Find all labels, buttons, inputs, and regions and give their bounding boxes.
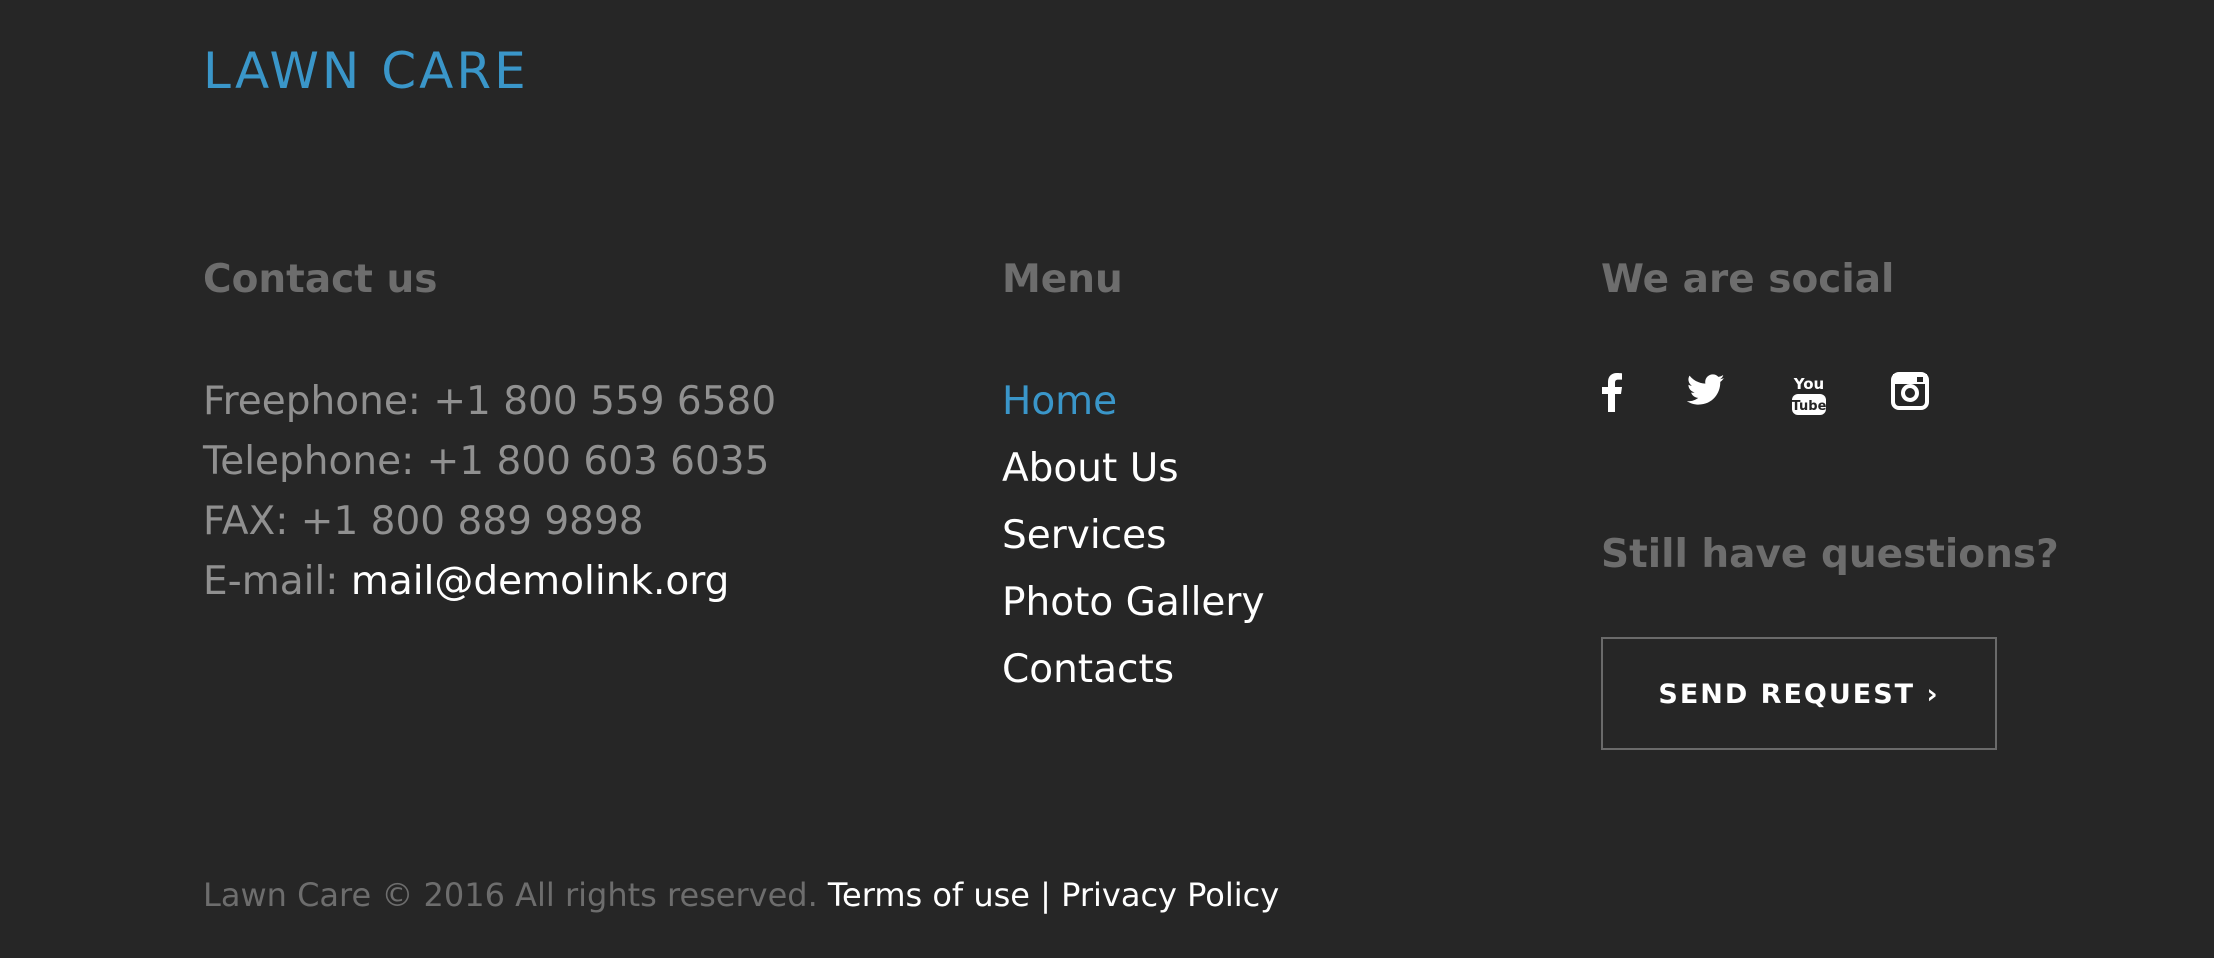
telephone-line: Telephone: +1 800 603 6035 [203, 432, 776, 492]
site-logo[interactable]: LAWN CARE [203, 38, 529, 104]
footer-page: LAWN CARE Contact us Freephone: +1 800 5… [0, 0, 2214, 958]
copyright-bar: Lawn Care © 2016 All rights reserved. Te… [203, 872, 1279, 918]
menu-item-photo-gallery: Photo Gallery [1002, 573, 1265, 640]
menu-link-about-us[interactable]: About Us [1002, 446, 1179, 491]
instagram-icon[interactable] [1891, 372, 1929, 416]
telephone-label: Telephone: [203, 439, 415, 484]
fax-label: FAX: [203, 499, 289, 544]
menu-item-home: Home [1002, 372, 1265, 439]
email-line: E-mail: mail@demolink.org [203, 552, 776, 612]
send-request-button[interactable]: SEND REQUEST › [1601, 637, 1997, 750]
svg-text:You: You [1793, 375, 1824, 393]
footer-separator: | [1040, 876, 1051, 914]
contact-list: Freephone: +1 800 559 6580 Telephone: +1… [203, 372, 776, 612]
fax-value: +1 800 889 9898 [300, 499, 644, 544]
svg-text:Tube: Tube [1792, 399, 1827, 414]
freephone-line: Freephone: +1 800 559 6580 [203, 372, 776, 432]
menu-item-services: Services [1002, 506, 1265, 573]
privacy-policy-link[interactable]: Privacy Policy [1061, 876, 1279, 914]
email-label: E-mail: [203, 559, 339, 604]
menu-link-contacts[interactable]: Contacts [1002, 647, 1174, 692]
menu-item-contacts: Contacts [1002, 640, 1265, 707]
email-link[interactable]: mail@demolink.org [351, 559, 730, 604]
contact-title: Contact us [203, 257, 438, 302]
social-title: We are social [1601, 257, 1895, 302]
menu-list: Home About Us Services Photo Gallery Con… [1002, 372, 1265, 707]
freephone-value: +1 800 559 6580 [433, 379, 777, 424]
menu-item-about-us: About Us [1002, 439, 1265, 506]
fax-line: FAX: +1 800 889 9898 [203, 492, 776, 552]
copyright-text: Lawn Care © 2016 All rights reserved. [203, 876, 818, 914]
telephone-value: +1 800 603 6035 [426, 439, 770, 484]
terms-of-use-link[interactable]: Terms of use [828, 876, 1030, 914]
social-icons: You Tube [1601, 372, 1961, 424]
menu-title: Menu [1002, 257, 1123, 302]
contact-column: Contact us Freephone: +1 800 559 6580 Te… [203, 252, 776, 628]
menu-link-services[interactable]: Services [1002, 513, 1166, 558]
questions-title: Still have questions? [1601, 532, 2059, 577]
menu-link-home[interactable]: Home [1002, 379, 1117, 424]
youtube-icon[interactable]: You Tube [1791, 372, 1827, 416]
social-column: We are social You Tube Still have questi… [1601, 252, 2121, 812]
menu-column: Menu Home About Us Services Photo Galler… [1002, 252, 1265, 707]
freephone-label: Freephone: [203, 379, 421, 424]
facebook-icon[interactable] [1601, 372, 1623, 416]
twitter-icon[interactable] [1687, 372, 1725, 416]
menu-link-photo-gallery[interactable]: Photo Gallery [1002, 580, 1265, 625]
